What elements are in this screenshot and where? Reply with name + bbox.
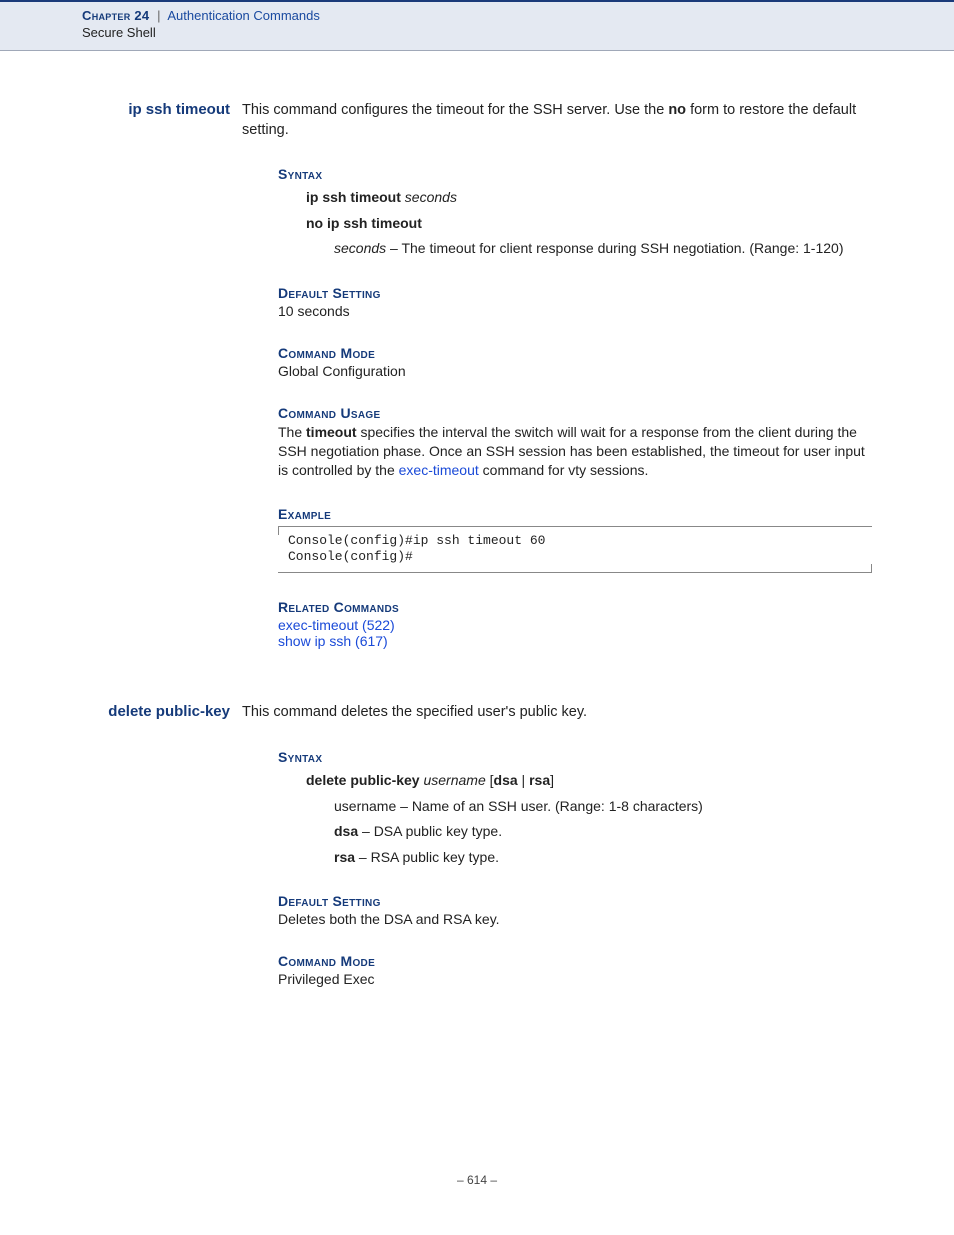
param-name: seconds [334, 240, 386, 256]
mode-heading: Command Mode [278, 345, 872, 361]
usage-text: The timeout specifies the interval the s… [278, 423, 872, 480]
command-intro: This command configures the timeout for … [242, 101, 872, 140]
example-heading: Example [278, 506, 872, 522]
syntax-param: seconds – The timeout for client respons… [334, 239, 872, 259]
syntax-cmd: delete public-key [306, 772, 420, 788]
param-username: username – Name of an SSH user. (Range: … [334, 797, 872, 817]
command-name: delete public-key [82, 703, 242, 720]
mode-value: Global Configuration [278, 363, 872, 379]
related-link-show-ip-ssh[interactable]: show ip ssh (617) [278, 633, 872, 649]
usage-heading: Command Usage [278, 405, 872, 421]
mode-value: Privileged Exec [278, 971, 872, 987]
mode-heading: Command Mode [278, 953, 872, 969]
param-rsa-b: rsa [334, 849, 355, 865]
page-number: – 614 – [0, 1173, 954, 1187]
related-link-exec-timeout[interactable]: exec-timeout (522) [278, 617, 872, 633]
syntax-opt-rsa: rsa [529, 772, 550, 788]
param-desc: – The timeout for client response during… [386, 240, 843, 256]
param-dsa: dsa – DSA public key type. [334, 822, 872, 842]
syntax-line-1: ip ssh timeout seconds [306, 188, 872, 208]
command-delete-public-key: delete public-key This command deletes t… [82, 703, 872, 723]
chapter-title: Authentication Commands [167, 8, 319, 23]
example-section: Example Console(config)#ip ssh timeout 6… [278, 506, 872, 574]
syntax-heading: Syntax [278, 166, 872, 182]
syntax-heading: Syntax [278, 749, 872, 765]
syntax-section-2: Syntax delete public-key username [dsa |… [278, 749, 872, 867]
usage-post: command for vty sessions. [479, 462, 649, 478]
default-heading: Default Setting [278, 285, 872, 301]
command-mode-section: Command Mode Global Configuration [278, 345, 872, 379]
example-code-block: Console(config)#ip ssh timeout 60 Consol… [278, 526, 872, 574]
param-rsa: rsa – RSA public key type. [334, 848, 872, 868]
chapter-label: Chapter 24 [82, 8, 149, 23]
syntax-section: Syntax ip ssh timeout seconds no ip ssh … [278, 166, 872, 259]
exec-timeout-link[interactable]: exec-timeout [399, 462, 479, 478]
intro-text: This command configures the timeout for … [242, 102, 668, 118]
syntax-line-2: no ip ssh timeout [306, 214, 872, 234]
default-value: Deletes both the DSA and RSA key. [278, 911, 872, 927]
param-dsa-b: dsa [334, 823, 358, 839]
related-commands-section: Related Commands exec-timeout (522) show… [278, 599, 872, 649]
related-heading: Related Commands [278, 599, 872, 615]
syntax-bracket-close: ] [550, 772, 554, 788]
default-heading: Default Setting [278, 893, 872, 909]
syntax-line: delete public-key username [dsa | rsa] [306, 771, 872, 791]
chapter-line: Chapter 24 | Authentication Commands [82, 8, 872, 23]
header-subsection: Secure Shell [82, 25, 872, 40]
page-content: ip ssh timeout This command configures t… [82, 101, 872, 987]
default-value: 10 seconds [278, 303, 872, 319]
syntax-bracket-open: [ [486, 772, 494, 788]
syntax-opt-dsa: dsa [494, 772, 518, 788]
syntax-pipe: | [518, 772, 529, 788]
syntax-arg: username [423, 772, 485, 788]
param-rsa-t: – RSA public key type. [355, 849, 499, 865]
command-ip-ssh-timeout: ip ssh timeout This command configures t… [82, 101, 872, 140]
header-separator: | [157, 8, 160, 23]
param-dsa-t: – DSA public key type. [358, 823, 502, 839]
command-mode-section-2: Command Mode Privileged Exec [278, 953, 872, 987]
usage-pre: The [278, 424, 306, 440]
syntax-no-cmd: no ip ssh timeout [306, 215, 422, 231]
default-setting-section-2: Default Setting Deletes both the DSA and… [278, 893, 872, 927]
usage-bold: timeout [306, 424, 357, 440]
command-usage-section: Command Usage The timeout specifies the … [278, 405, 872, 480]
command-intro: This command deletes the specified user'… [242, 703, 872, 723]
default-setting-section: Default Setting 10 seconds [278, 285, 872, 319]
intro-bold: no [668, 102, 686, 118]
page-header: Chapter 24 | Authentication Commands Sec… [0, 0, 954, 51]
syntax-cmd: ip ssh timeout [306, 189, 401, 205]
command-name: ip ssh timeout [82, 101, 242, 118]
syntax-arg: seconds [405, 189, 457, 205]
